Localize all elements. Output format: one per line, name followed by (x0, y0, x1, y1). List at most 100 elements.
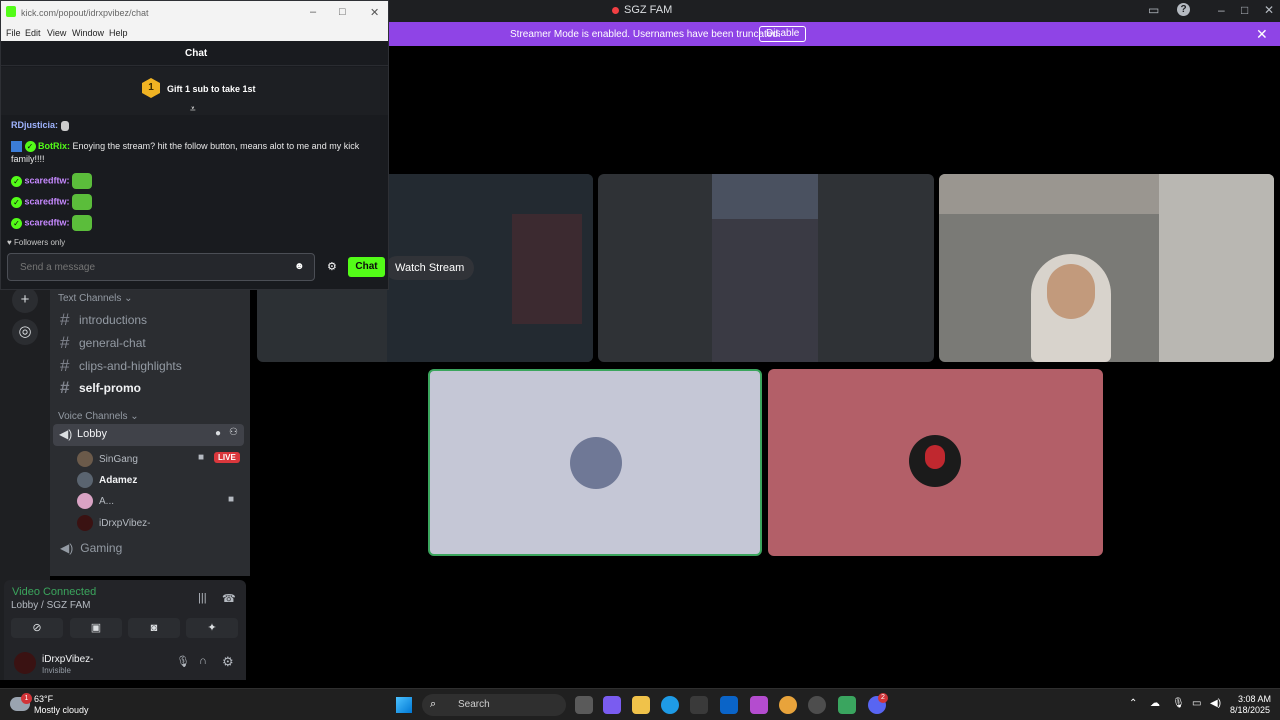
lobby-label: Lobby (77, 428, 107, 440)
minimize-icon[interactable]: – (1218, 3, 1225, 17)
obs-icon[interactable] (808, 696, 826, 714)
chat-settings-icon[interactable]: ⚙ (327, 260, 337, 273)
soundboard-icon[interactable]: ||| (198, 592, 207, 604)
chat-bubble-icon[interactable]: ● (215, 428, 221, 439)
stream-tile[interactable] (598, 174, 934, 362)
voice-channels-category[interactable]: Voice Channels ⌄ (58, 411, 139, 422)
video-camera-icon: ■ (228, 494, 235, 505)
add-user-icon[interactable]: ⚇ (229, 427, 238, 438)
username[interactable]: iDrxpVibez- (42, 654, 94, 665)
windows-start-icon[interactable] (396, 697, 412, 713)
menu-view[interactable]: View (47, 28, 66, 38)
voice-channel-gaming[interactable]: ◀) Gaming (60, 541, 122, 555)
file-explorer-icon[interactable] (632, 696, 650, 714)
user-avatar[interactable] (14, 652, 36, 674)
copilot-icon[interactable] (603, 696, 621, 714)
gift-leaderboard[interactable]: 1 Gift 1 sub to take 1st ⩡ (1, 67, 388, 115)
participant-tile[interactable] (428, 369, 762, 556)
hash-icon: # (60, 378, 70, 397)
emoji-icon[interactable]: ☻ (294, 261, 305, 272)
clock-date[interactable]: 8/18/2025 (1230, 705, 1270, 715)
watch-stream-button[interactable]: Watch Stream (385, 256, 475, 280)
chrome-icon[interactable] (779, 696, 797, 714)
disconnect-icon[interactable]: ☎ (222, 592, 236, 605)
channel-clips-and-highlights[interactable]: # clips-and-highlights (60, 356, 182, 376)
banner-message: Streamer Mode is enabled. Usernames have… (510, 29, 781, 40)
popout-url: kick.com/popout/idrxpvibez/chat (21, 8, 149, 18)
voice-user[interactable]: A... (77, 493, 114, 509)
chat-message: RDjusticia: (11, 119, 69, 132)
user-status: Invisible (42, 666, 71, 675)
edge-icon[interactable] (661, 696, 679, 714)
microphone-icon[interactable]: 🎙︎ (176, 655, 190, 668)
channel-label: clips-and-highlights (79, 359, 182, 373)
maximize-icon[interactable]: □ (1241, 3, 1248, 17)
voice-channel-lobby[interactable]: ◀) Lobby ● ⚇ (53, 424, 244, 446)
minimize-icon[interactable]: – (310, 6, 316, 18)
voice-location[interactable]: Lobby / SGZ FAM (11, 600, 90, 611)
server-name: SGZ FAM (624, 4, 673, 16)
chat-username[interactable]: scaredftw: (25, 217, 70, 227)
help-icon[interactable]: ? (1177, 3, 1190, 16)
taskbar-search[interactable]: ⌕ Search (422, 694, 566, 716)
effects-button[interactable]: ✦ (186, 618, 238, 638)
chat-username[interactable]: scaredftw: (25, 175, 70, 185)
channel-introductions[interactable]: # introductions (60, 310, 147, 330)
banner-close-icon[interactable]: ✕ (1256, 26, 1268, 43)
weather-temp[interactable]: 63°F (34, 694, 53, 704)
share-screen-button[interactable]: ▣ (70, 618, 122, 638)
voice-user[interactable]: SinGang (77, 451, 138, 467)
chat-username[interactable]: BotRix: (38, 141, 70, 151)
voice-user-name: SinGang (99, 453, 138, 465)
clock-time[interactable]: 3:08 AM (1238, 694, 1271, 704)
webcam-tile[interactable] (939, 174, 1274, 362)
menu-window[interactable]: Window (72, 28, 104, 38)
display-icon[interactable]: ▭ (1192, 698, 1201, 709)
outlook-icon[interactable] (720, 696, 738, 714)
collapse-icon[interactable]: ⩡ (190, 104, 196, 115)
add-server-icon[interactable]: + (12, 287, 38, 313)
chat-username[interactable]: scaredftw: (25, 196, 70, 206)
channel-label: Gaming (80, 541, 123, 555)
activities-button[interactable]: ◙ (128, 618, 180, 638)
menu-help[interactable]: Help (109, 28, 128, 38)
teams-icon[interactable] (750, 696, 768, 714)
voice-user[interactable]: Adamez (77, 472, 137, 488)
category-label: Text Channels (58, 293, 122, 304)
explore-icon[interactable]: ◎ (12, 319, 38, 345)
volume-icon[interactable]: ◀) (1210, 698, 1221, 709)
emote-icon (72, 194, 93, 210)
disable-button[interactable]: Disable (759, 26, 807, 42)
voice-status: Video Connected (12, 586, 97, 598)
close-icon[interactable]: ✕ (370, 6, 379, 19)
task-view-icon[interactable] (575, 696, 593, 714)
emote-icon (72, 215, 93, 231)
microphone-tray-icon[interactable]: 🎙︎ (1172, 698, 1185, 709)
store-icon[interactable] (690, 696, 708, 714)
voice-connection-panel: Video Connected Lobby / SGZ FAM ||| ☎ ⊘ … (4, 580, 246, 642)
avatar (77, 493, 93, 509)
live-dot-icon (612, 6, 619, 14)
menu-edit[interactable]: Edit (25, 28, 41, 38)
chevron-up-icon[interactable]: ⌃ (1129, 698, 1137, 709)
toggle-camera-button[interactable]: ⊘ (11, 618, 63, 638)
taskbar: 1 63°F Mostly cloudy ⌕ Search 2 ⌃ ☁ 🎙︎ ▭… (0, 688, 1280, 720)
close-icon[interactable]: ✕ (1264, 3, 1274, 17)
chat-username[interactable]: RDjusticia: (11, 120, 58, 130)
menu-file[interactable]: File (6, 28, 21, 38)
maximize-icon[interactable]: □ (339, 6, 346, 18)
channel-self-promo[interactable]: # self-promo (60, 378, 141, 398)
send-chat-button[interactable]: Chat (348, 257, 385, 277)
weather-desc[interactable]: Mostly cloudy (34, 705, 89, 715)
chat-header: Chat (1, 41, 388, 66)
inbox-icon[interactable]: ▭ (1148, 3, 1159, 17)
cloud-icon[interactable]: ☁ (1150, 698, 1160, 709)
text-channels-category[interactable]: Text Channels ⌄ (58, 293, 133, 304)
message-input[interactable] (7, 253, 315, 281)
kick-app-icon[interactable] (838, 696, 856, 714)
settings-gear-icon[interactable]: ⚙ (222, 654, 234, 670)
voice-user[interactable]: iDrxpVibez- (77, 515, 151, 531)
channel-general-chat[interactable]: # general-chat (60, 333, 146, 353)
participant-tile[interactable] (768, 369, 1103, 556)
headphones-icon[interactable]: ∩ (199, 655, 207, 667)
